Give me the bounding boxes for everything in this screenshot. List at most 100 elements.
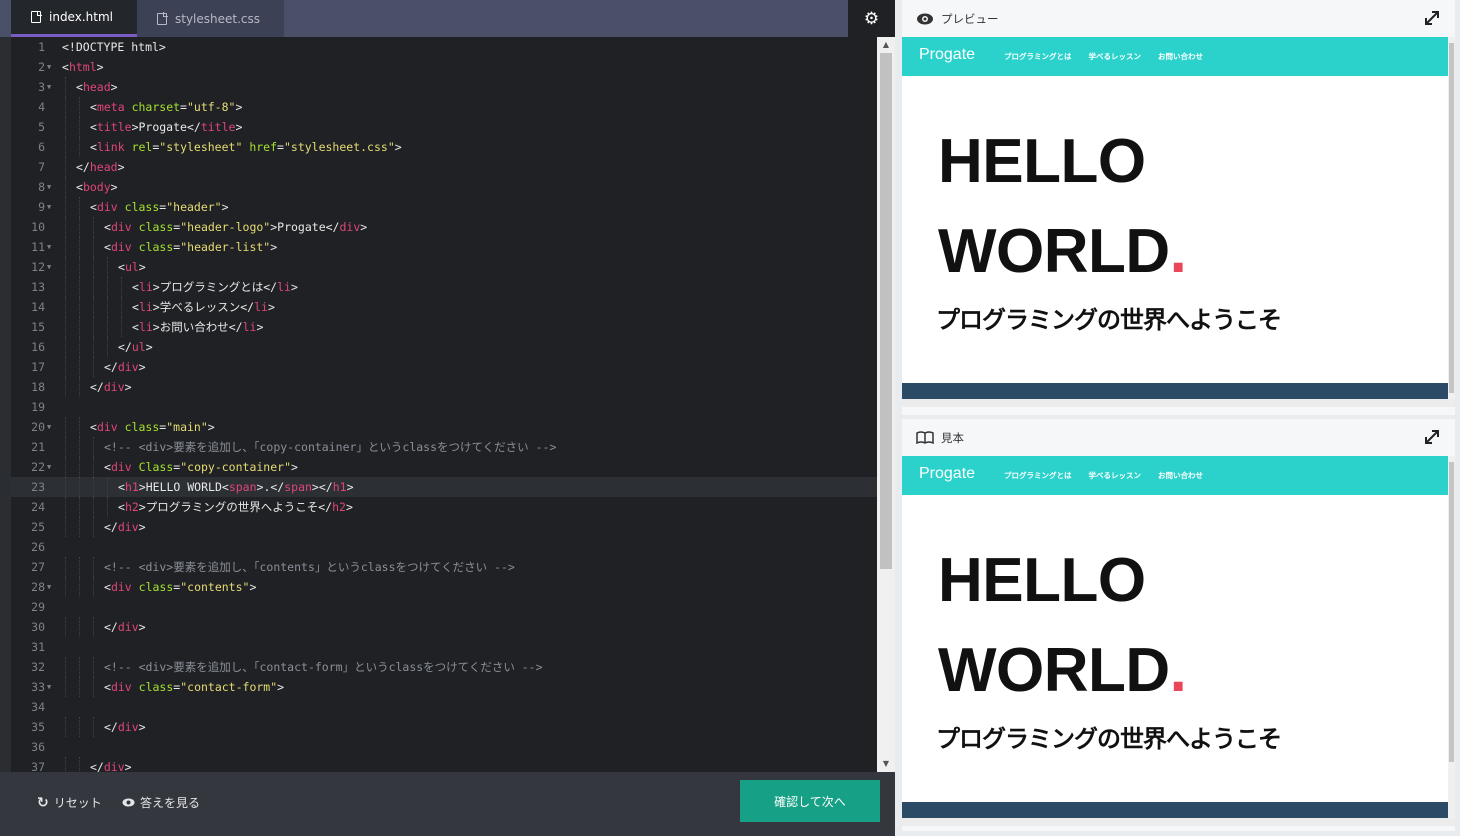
fold-arrow-icon[interactable]: ▼	[47, 577, 55, 597]
code-line[interactable]: 17 </div>	[11, 357, 877, 377]
code-line[interactable]: 14 <li>学べるレッスン</li>	[11, 297, 877, 317]
scroll-down-icon[interactable]: ▼	[877, 756, 895, 772]
code-text: <div Class="copy-container">	[104, 460, 298, 474]
preview-vscroll[interactable]	[1448, 37, 1455, 399]
code-line[interactable]: 12 ▼ <ul>	[11, 257, 877, 277]
code-line[interactable]: 4 <meta charset="utf-8">	[11, 97, 877, 117]
scrollbar-thumb[interactable]	[1449, 43, 1454, 393]
book-icon	[916, 431, 934, 444]
code-line[interactable]: 34	[11, 697, 877, 717]
reset-button[interactable]: ↻ リセット	[37, 794, 102, 811]
fold-arrow-icon[interactable]: ▼	[47, 457, 55, 477]
code-line[interactable]: 18 </div>	[11, 377, 877, 397]
show-answer-button[interactable]: 答えを見る	[122, 794, 200, 811]
code-line[interactable]: 9 ▼ <div class="header">	[11, 197, 877, 217]
code-line[interactable]: 6 <link rel="stylesheet" href="stylesheet…	[11, 137, 877, 157]
indent-guide	[79, 97, 80, 117]
nav-item[interactable]: 学べるレッスン	[1089, 51, 1142, 62]
indent-guide	[93, 437, 94, 457]
code-line[interactable]: 3 ▼ <head>	[11, 77, 877, 97]
tab-stylesheet-css[interactable]: stylesheet.css	[137, 0, 284, 37]
fold-arrow-icon[interactable]: ▼	[47, 77, 55, 97]
indent-guide	[107, 297, 108, 317]
hero-heading: HELLO WORLD.	[938, 127, 1187, 286]
indent-guide	[93, 317, 94, 337]
code-line[interactable]: 26	[11, 537, 877, 557]
code-line[interactable]: 24 <h2>プログラミングの世界へようこそ</h2>	[11, 497, 877, 517]
left-strip	[0, 0, 11, 836]
code-line[interactable]: 11 ▼ <div class="header-list">	[11, 237, 877, 257]
fold-arrow-icon[interactable]: ▼	[47, 237, 55, 257]
code-text: <div class="contact-form">	[104, 680, 285, 694]
code-text: <li>お問い合わせ</li>	[132, 320, 264, 334]
code-line[interactable]: 13 <li>プログラミングとは</li>	[11, 277, 877, 297]
fold-arrow-icon[interactable]: ▼	[47, 197, 55, 217]
code-line[interactable]: 7 </head>	[11, 157, 877, 177]
preview-hscroll[interactable]	[902, 399, 1455, 407]
code-line[interactable]: 20 ▼ <div class="main">	[11, 417, 877, 437]
fold-arrow-icon[interactable]: ▼	[47, 177, 55, 197]
tab-index-html[interactable]: index.html	[11, 0, 137, 37]
scrollbar-thumb[interactable]	[880, 53, 892, 569]
code-line[interactable]: 21 <!-- <div>要素を追加し、「copy-container」というcl…	[11, 437, 877, 457]
indent-guide	[93, 297, 94, 317]
code-line[interactable]: 32 <!-- <div>要素を追加し、「contact-form」というclas…	[11, 657, 877, 677]
code-line[interactable]: 30 </div>	[11, 617, 877, 637]
scroll-up-icon[interactable]: ▲	[877, 37, 895, 53]
code-text: <div class="header">	[90, 200, 229, 214]
nav-item[interactable]: お問い合わせ	[1158, 470, 1203, 481]
fold-arrow-icon[interactable]: ▼	[47, 417, 55, 437]
line-number: 8	[38, 180, 45, 194]
code-line[interactable]: 37 </div>	[11, 757, 877, 772]
settings-gear-icon[interactable]: ⚙	[848, 0, 895, 37]
code-line[interactable]: 29	[11, 597, 877, 617]
code-line[interactable]: 35 </div>	[11, 717, 877, 737]
code-line[interactable]: 1 <!DOCTYPE html>	[11, 37, 877, 57]
nav-item[interactable]: プログラミングとは	[1004, 470, 1072, 481]
code-line[interactable]: 36	[11, 737, 877, 757]
fold-arrow-icon[interactable]: ▼	[47, 57, 55, 77]
expand-icon[interactable]	[1425, 430, 1439, 444]
code-area[interactable]: 1 <!DOCTYPE html> 2 ▼ <html> 3 ▼ <head> 4 <meta c…	[11, 37, 877, 772]
code-line[interactable]: 2 ▼ <html>	[11, 57, 877, 77]
indent-guide	[65, 557, 66, 577]
code-text: <!-- <div>要素を追加し、「contents」というclassをつけてく…	[104, 560, 515, 574]
editor-scrollbar[interactable]: ▲ ▼	[877, 37, 895, 772]
code-line[interactable]: 16 </ul>	[11, 337, 877, 357]
indent-guide	[79, 757, 80, 772]
code-line[interactable]: 31	[11, 637, 877, 657]
code-line[interactable]: 8 ▼ <body>	[11, 177, 877, 197]
code-line[interactable]: 33 ▼ <div class="contact-form">	[11, 677, 877, 697]
indent-guide	[93, 677, 94, 697]
line-number: 6	[38, 140, 45, 154]
nav-item[interactable]: プログラミングとは	[1004, 51, 1072, 62]
code-line[interactable]: 27 <!-- <div>要素を追加し、「contents」というclassをつけ…	[11, 557, 877, 577]
code-line[interactable]: 25 </div>	[11, 517, 877, 537]
line-number: 33	[31, 680, 45, 694]
code-line[interactable]: 19	[11, 397, 877, 417]
indent-guide	[79, 377, 80, 397]
code-line[interactable]: 23 <h1>HELLO WORLD<span>.</span></h1>	[11, 477, 877, 497]
line-number: 36	[31, 740, 45, 754]
fold-arrow-icon[interactable]: ▼	[47, 677, 55, 697]
line-number: 13	[31, 280, 45, 294]
nav-item[interactable]: お問い合わせ	[1158, 51, 1203, 62]
code-text: <li>学べるレッスン</li>	[132, 300, 275, 314]
indent-guide	[65, 357, 66, 377]
fold-arrow-icon[interactable]: ▼	[47, 257, 55, 277]
indent-guide	[93, 457, 94, 477]
code-line[interactable]: 15 <li>お問い合わせ</li>	[11, 317, 877, 337]
code-text: </div>	[104, 520, 146, 534]
confirm-next-button[interactable]: 確認して次へ	[740, 780, 880, 822]
code-line[interactable]: 10 <div class="header-logo">Progate</div>	[11, 217, 877, 237]
nav-item[interactable]: 学べるレッスン	[1089, 470, 1142, 481]
code-line[interactable]: 22 ▼ <div Class="copy-container">	[11, 457, 877, 477]
scrollbar-thumb[interactable]	[1449, 462, 1454, 762]
expand-icon[interactable]	[1425, 11, 1439, 25]
hero-subheading: プログラミングの世界へようこそ	[936, 725, 1282, 753]
code-line[interactable]: 5 <title>Progate</title>	[11, 117, 877, 137]
sample-hscroll[interactable]	[902, 818, 1455, 826]
code-line[interactable]: 28 ▼ <div class="contents">	[11, 577, 877, 597]
code-text: <link rel="stylesheet" href="stylesheet.…	[90, 140, 402, 154]
sample-vscroll[interactable]	[1448, 456, 1455, 818]
